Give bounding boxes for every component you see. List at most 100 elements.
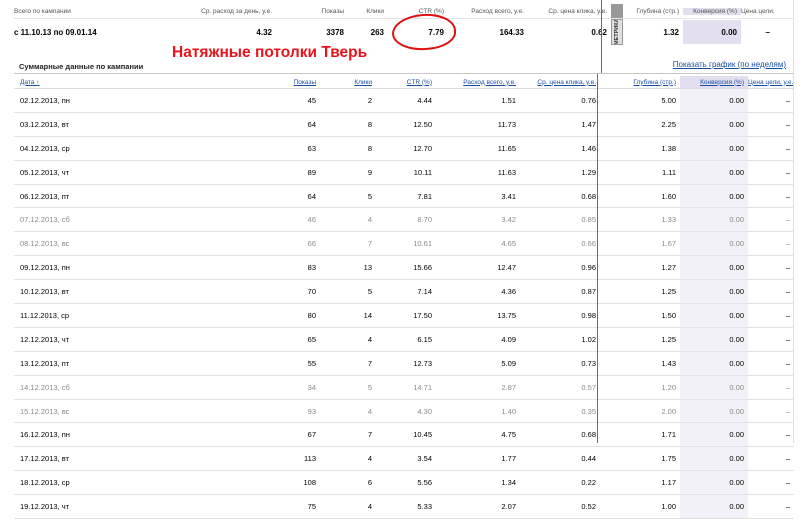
summary-header-depth: Глубина (стр.) [636,7,679,15]
cell-date: 18.12.2013, ср [14,470,204,496]
table-row: 03.12.2013, вт 64 8 12.50 11.73 1.47 2.25 0.00– [14,112,794,137]
table-row: 10.12.2013, вт 70 5 7.14 4.36 0.87 1.25 0.00– [14,279,794,305]
cell-total-spend: 3.41 [436,184,520,209]
table-body: 02.12.2013, пн 45 2 4.44 1.51 0.76 5.00 0.00–03… [14,88,794,519]
cell-total-spend: 2.87 [436,375,520,400]
cell-conversion: 0.00 [680,494,748,519]
cell-total-spend: 5.09 [436,351,520,376]
cell-ctr: 10.45 [376,422,436,448]
cell-total-spend: 1.40 [436,399,520,424]
cell-ctr: 5.56 [376,470,436,496]
cell-ctr: 10.11 [376,160,436,185]
cell-avg-cpc: 0.22 [520,470,600,496]
cell-clicks: 7 [320,351,376,376]
cell-goal-price: – [748,375,794,400]
column-header-clicks[interactable]: Клики [320,76,376,89]
cell-date: 16.12.2013, пн [14,422,204,448]
cell-depth: 1.75 [600,446,680,472]
cell-date: 10.12.2013, вт [14,279,204,305]
cell-ctr: 4.44 [376,88,436,113]
cell-depth: 1.11 [600,160,680,185]
column-header-date[interactable]: Дата ↑ [14,76,204,89]
right-edge-rule [793,0,794,443]
cell-clicks: 6 [320,470,376,496]
cell-clicks: 4 [320,399,376,424]
cell-depth: 1.43 [600,351,680,376]
cell-impressions: 64 [204,184,320,209]
cell-goal-price: – [748,279,794,305]
cell-depth: 1.25 [600,279,680,305]
cell-clicks: 14 [320,303,376,328]
cell-impressions: 46 [204,207,320,233]
metrika-tab[interactable]: МЕТРИКА [611,19,623,45]
cell-total-spend: 12.47 [436,255,520,281]
cell-impressions: 83 [204,255,320,281]
cell-clicks: 5 [320,184,376,209]
cell-depth: 1.71 [600,422,680,448]
cell-clicks: 13 [320,255,376,281]
table-row: 02.12.2013, пн 45 2 4.44 1.51 0.76 5.00 0.00– [14,88,794,113]
cell-depth: 1.67 [600,231,680,257]
cell-goal-price: – [748,303,794,328]
column-header-total-spend[interactable]: Расход всего, у.е. [436,76,520,89]
cell-depth: 2.00 [600,399,680,424]
cell-ctr: 8.70 [376,207,436,233]
summary-total-spend: 164.33 [499,27,524,37]
cell-clicks: 8 [320,136,376,161]
annotation-text: Натяжные потолки Тверь [172,44,368,61]
cell-avg-cpc: 0.44 [520,446,600,472]
cell-date: 13.12.2013, пт [14,351,204,376]
cell-ctr: 10.61 [376,231,436,257]
cell-goal-price: – [748,136,794,161]
column-header-ctr[interactable]: CTR (%) [376,76,436,89]
column-header-avg-cpc[interactable]: Ср. цена клика, у.е. [520,76,600,89]
cell-goal-price: – [748,255,794,281]
cell-ctr: 14.71 [376,375,436,400]
cell-goal-price: – [748,207,794,233]
cell-goal-price: – [748,494,794,519]
cell-goal-price: – [748,112,794,137]
column-header-depth[interactable]: Глубина (стр.) [600,76,680,89]
cell-impressions: 45 [204,88,320,113]
cell-depth: 1.25 [600,327,680,352]
cell-avg-cpc: 1.47 [520,112,600,137]
cell-conversion: 0.00 [680,446,748,472]
cell-total-spend: 3.42 [436,207,520,233]
cell-impressions: 70 [204,279,320,305]
summary-header-impressions: Показы [321,7,344,15]
cell-avg-cpc: 1.29 [520,160,600,185]
cell-clicks: 8 [320,112,376,137]
cell-depth: 1.33 [600,207,680,233]
cell-avg-cpc: 0.66 [520,231,600,257]
cell-depth: 1.00 [600,494,680,519]
column-header-impressions[interactable]: Показы [204,76,320,89]
cell-impressions: 108 [204,470,320,496]
summary-conversion: 0.00 [683,20,741,44]
cell-avg-cpc: 0.76 [520,88,600,113]
daily-stats-table: Дата ↑ Показы Клики CTR (%) Расход всего… [14,76,794,519]
cell-goal-price: – [748,184,794,209]
cell-date: 04.12.2013, ср [14,136,204,161]
cell-impressions: 34 [204,375,320,400]
cell-goal-price: – [748,327,794,352]
cell-avg-cpc: 0.87 [520,279,600,305]
cell-avg-cpc: 0.85 [520,207,600,233]
cell-clicks: 9 [320,160,376,185]
cell-date: 11.12.2013, ср [14,303,204,328]
show-graph-link[interactable]: Показать график (по неделям) [673,60,786,69]
cell-total-spend: 1.34 [436,470,520,496]
cell-avg-cpc: 0.73 [520,351,600,376]
cell-depth: 1.38 [600,136,680,161]
summary-header-total-spend: Расход всего, у.е. [471,7,524,15]
cell-total-spend: 4.09 [436,327,520,352]
cell-date: 08.12.2013, вс [14,231,204,257]
column-header-conversion[interactable]: Конверсия (%) [680,76,748,89]
cell-impressions: 75 [204,494,320,519]
cell-impressions: 65 [204,327,320,352]
column-header-goal-price[interactable]: Цена цели, у.е. [748,76,794,89]
table-header-row: Дата ↑ Показы Клики CTR (%) Расход всего… [14,76,794,89]
table-row: 18.12.2013, ср 108 6 5.56 1.34 0.22 1.17 0.00– [14,470,794,496]
stats-page: Всего по кампании Ср. расход за день, у.… [0,0,800,519]
cell-conversion: 0.00 [680,375,748,400]
cell-goal-price: – [748,231,794,257]
